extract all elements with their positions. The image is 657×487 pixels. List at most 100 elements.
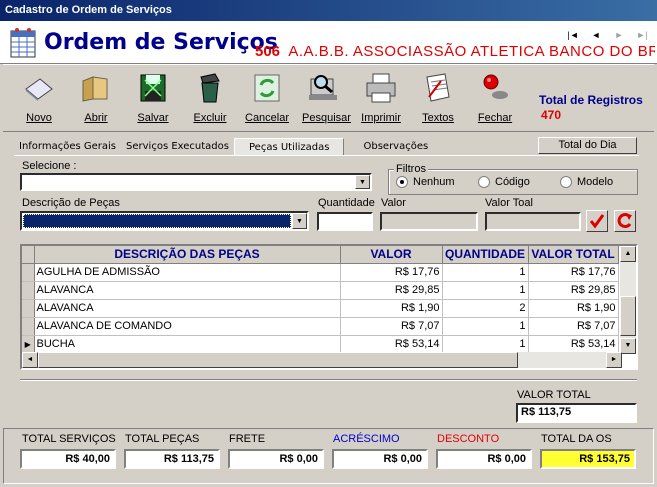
- save-disk-icon: [140, 74, 166, 102]
- prev-record-button[interactable]: ◄: [585, 28, 607, 42]
- table-row[interactable]: AGULHA DE ADMISSÃO R$ 17,76 1 R$ 17,76: [22, 263, 619, 282]
- total-do-dia-button[interactable]: Total do Dia: [538, 137, 637, 154]
- scroll-down-icon[interactable]: ▼: [620, 338, 636, 354]
- form-header: Ordem de Serviços 506 A.A.B.B. ASSOCIASS…: [0, 21, 657, 64]
- excluir-button[interactable]: Excluir: [188, 71, 232, 124]
- cell-descricao[interactable]: ALAVANCA: [34, 281, 341, 300]
- table-row[interactable]: ALAVANCA R$ 1,90 2 R$ 1,90: [22, 299, 619, 318]
- total-os-label: TOTAL DA OS: [541, 433, 612, 445]
- selecione-label: Selecione :: [22, 160, 77, 172]
- cell-valor-total[interactable]: R$ 17,76: [528, 263, 619, 282]
- table-row[interactable]: ▶ BUCHA R$ 53,14 1 R$ 53,14: [22, 335, 619, 354]
- first-record-button[interactable]: |◄: [562, 28, 584, 42]
- grid-corner: [22, 246, 35, 264]
- frete-value[interactable]: R$ 0,00: [228, 449, 324, 469]
- row-indicator: [22, 281, 35, 300]
- pesquisar-button[interactable]: Pesquisar: [302, 71, 351, 124]
- radio-icon: [478, 176, 490, 188]
- scroll-right-icon[interactable]: ►: [606, 352, 622, 368]
- descricao-pecas-label: Descrição de Peças: [22, 197, 120, 209]
- column-header-valor[interactable]: VALOR: [340, 246, 443, 264]
- scroll-thumb[interactable]: [38, 352, 518, 368]
- total-servicos-value: R$ 40,00: [20, 449, 116, 469]
- cell-descricao[interactable]: BUCHA: [34, 335, 341, 354]
- frete-label: FRETE: [229, 433, 266, 445]
- valor-input[interactable]: [380, 212, 478, 231]
- cell-valor[interactable]: R$ 7,07: [340, 317, 443, 336]
- cell-descricao[interactable]: ALAVANCA: [34, 299, 341, 318]
- column-header-valor-total[interactable]: VALOR TOTAL: [528, 246, 619, 264]
- cell-valor[interactable]: R$ 17,76: [340, 263, 443, 282]
- window-title-bar: Cadastro de Ordem de Serviços: [0, 0, 657, 21]
- tab-informacoes-gerais[interactable]: Informações Gerais: [14, 138, 121, 156]
- total-servicos-label: TOTAL SERVIÇOS: [22, 433, 116, 445]
- cell-valor-total[interactable]: R$ 29,85: [528, 281, 619, 300]
- valor-total-input[interactable]: [485, 212, 581, 231]
- scroll-thumb[interactable]: [620, 296, 636, 336]
- cell-descricao[interactable]: ALAVANCA DE COMANDO: [34, 317, 341, 336]
- cell-valor-total[interactable]: R$ 1,90: [528, 299, 619, 318]
- pecas-grid: DESCRIÇÃO DAS PEÇAS VALOR QUANTIDADE VAL…: [20, 244, 638, 370]
- chevron-down-icon[interactable]: ▼: [292, 213, 307, 229]
- filtro-modelo-radio[interactable]: Modelo: [560, 176, 613, 188]
- tab-servicos-executados[interactable]: Serviços Executados: [121, 138, 234, 156]
- cell-valor[interactable]: R$ 29,85: [340, 281, 443, 300]
- fechar-button[interactable]: Fechar: [473, 71, 517, 124]
- grid-vertical-scrollbar[interactable]: ▲ ▼: [620, 246, 636, 354]
- grid-horizontal-scrollbar[interactable]: ◄ ►: [22, 352, 622, 368]
- text-document-icon: [426, 73, 450, 102]
- trash-icon: [200, 73, 220, 103]
- acrescimo-label: ACRÉSCIMO: [333, 433, 400, 445]
- tab-bar: Informações Gerais Serviços Executados P…: [14, 138, 433, 156]
- calendar-form-icon: [10, 28, 36, 58]
- cell-valor[interactable]: R$ 53,14: [340, 335, 443, 354]
- acrescimo-value[interactable]: R$ 0,00: [332, 449, 428, 469]
- last-record-button[interactable]: ►|: [631, 28, 653, 42]
- radio-icon: [560, 176, 572, 188]
- textos-button[interactable]: Textos: [416, 71, 460, 124]
- cell-quantidade[interactable]: 1: [442, 317, 529, 336]
- cell-quantidade[interactable]: 1: [442, 335, 529, 354]
- chevron-down-icon[interactable]: ▼: [355, 175, 370, 189]
- novo-button[interactable]: Novo: [17, 71, 61, 124]
- undo-button[interactable]: [614, 210, 636, 232]
- descricao-pecas-dropdown[interactable]: ▼: [20, 211, 309, 231]
- record-navigator: |◄ ◄ ► ►|: [562, 28, 653, 42]
- total-pecas-label: TOTAL PEÇAS: [125, 433, 200, 445]
- filtro-codigo-radio[interactable]: Código: [478, 176, 530, 188]
- refresh-cancel-icon: [254, 74, 280, 102]
- cell-valor-total[interactable]: R$ 7,07: [528, 317, 619, 336]
- imprimir-button[interactable]: Imprimir: [359, 71, 403, 124]
- cell-valor-total[interactable]: R$ 53,14: [528, 335, 619, 354]
- tab-pecas-utilizadas[interactable]: Peças Utilizadas: [234, 138, 345, 156]
- cell-quantidade[interactable]: 1: [442, 281, 529, 300]
- desconto-value[interactable]: R$ 0,00: [436, 449, 532, 469]
- radio-selected-icon: [396, 176, 408, 188]
- column-header-quantidade[interactable]: QUANTIDADE: [442, 246, 529, 264]
- cancelar-button[interactable]: Cancelar: [245, 71, 289, 124]
- divider: [20, 379, 637, 381]
- filtro-nenhum-radio[interactable]: Nenhum: [396, 176, 455, 188]
- table-row[interactable]: ALAVANCA R$ 29,85 1 R$ 29,85: [22, 281, 619, 300]
- total-pecas-value: R$ 113,75: [124, 449, 220, 469]
- abrir-button[interactable]: Abrir: [74, 71, 118, 124]
- scroll-left-icon[interactable]: ◄: [22, 352, 38, 368]
- confirm-button[interactable]: [586, 210, 608, 232]
- table-row[interactable]: ALAVANCA DE COMANDO R$ 7,07 1 R$ 7,07: [22, 317, 619, 336]
- cell-quantidade[interactable]: 1: [442, 263, 529, 282]
- quantidade-input[interactable]: [317, 212, 373, 231]
- scroll-up-icon[interactable]: ▲: [620, 246, 636, 262]
- cell-valor[interactable]: R$ 1,90: [340, 299, 443, 318]
- tab-divider: [14, 155, 639, 156]
- cell-quantidade[interactable]: 2: [442, 299, 529, 318]
- tab-observacoes[interactable]: Observações: [358, 138, 433, 156]
- salvar-button[interactable]: Salvar: [131, 71, 175, 124]
- selecione-dropdown[interactable]: ▼: [20, 173, 372, 191]
- column-header-descricao[interactable]: DESCRIÇÃO DAS PEÇAS: [34, 246, 341, 264]
- next-record-button[interactable]: ►: [608, 28, 630, 42]
- row-indicator: [22, 263, 35, 282]
- dropdown-selection-highlight: [23, 214, 291, 228]
- cell-descricao[interactable]: AGULHA DE ADMISSÃO: [34, 263, 341, 282]
- total-registros-label: Total de Registros: [539, 93, 643, 107]
- check-icon: [589, 214, 605, 229]
